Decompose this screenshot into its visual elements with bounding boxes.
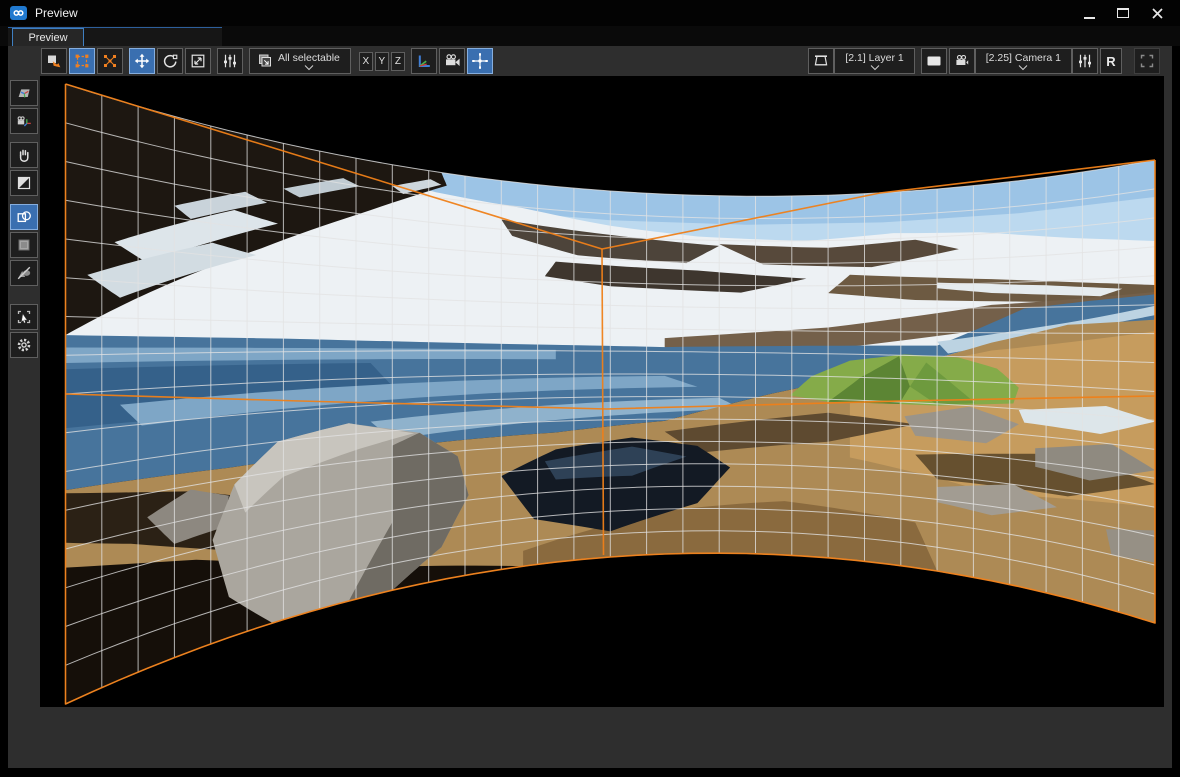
show-objects-button[interactable]	[10, 204, 38, 230]
minimize-button[interactable]	[1084, 7, 1095, 19]
projector-icon	[953, 52, 971, 70]
preview-settings-button[interactable]	[10, 332, 38, 358]
camera-sliders-button[interactable]	[1072, 48, 1098, 74]
rotate-tool-button[interactable]	[157, 48, 183, 74]
warp-mesh-canvas	[40, 76, 1164, 707]
layer-selector-label: [2.1] Layer 1	[845, 53, 903, 64]
selectable-filter-dropdown[interactable]: All selectable	[249, 48, 351, 74]
preview-window: Preview Preview	[0, 0, 1180, 777]
tab-preview[interactable]: Preview	[12, 28, 84, 47]
view-sidebar	[8, 76, 40, 768]
camera-axes-view-button[interactable]	[10, 108, 38, 134]
camera-selector-dropdown[interactable]: [2.25] Camera 1	[975, 48, 1072, 74]
layer-stack-icon	[256, 52, 274, 70]
axis-z-button[interactable]: Z	[391, 52, 405, 71]
reset-camera-button[interactable]: R	[1100, 48, 1122, 74]
select-object-button[interactable]	[41, 48, 67, 74]
title-bar: Preview	[0, 0, 1180, 26]
axis-y-button[interactable]: Y	[375, 52, 389, 71]
toolbar-right-group: [2.1] Layer 1 [2.25] Camera 1	[808, 48, 1160, 74]
camera-move-icon	[471, 52, 489, 70]
ffd-points-button[interactable]	[97, 48, 123, 74]
pan-tool-button[interactable]	[10, 142, 38, 168]
ffd-points-icon	[101, 52, 119, 70]
solid-view-button[interactable]	[10, 232, 38, 258]
fullscreen-preview-button[interactable]	[921, 48, 947, 74]
scale-icon	[189, 52, 207, 70]
coordinate-space-button[interactable]	[411, 48, 437, 74]
axes-icon	[415, 52, 433, 70]
select-arrow-icon	[45, 52, 63, 70]
move-tool-button[interactable]	[129, 48, 155, 74]
chevron-down-icon	[304, 65, 314, 70]
layer-selector-dropdown[interactable]: [2.1] Layer 1	[834, 48, 914, 74]
perspective-view-icon	[15, 84, 33, 102]
camera-selector-label: [2.25] Camera 1	[986, 53, 1061, 64]
chevron-down-icon	[1018, 65, 1028, 70]
camera-axes-icon	[15, 112, 33, 130]
tab-label: Preview	[28, 32, 67, 44]
camera-view-icon	[443, 52, 461, 70]
selection-frame-icon	[1138, 52, 1156, 70]
sliders-icon	[221, 52, 239, 70]
main-toolbar: All selectable X Y Z	[8, 46, 1172, 76]
tab-bar: Preview	[0, 26, 1180, 46]
hide-objects-button[interactable]	[10, 260, 38, 286]
content-area: All selectable X Y Z	[8, 46, 1172, 768]
camera-move-button[interactable]	[467, 48, 493, 74]
screen-button[interactable]	[808, 48, 834, 74]
selection-frame-button[interactable]	[1134, 48, 1160, 74]
scale-tool-button[interactable]	[185, 48, 211, 74]
camera-view-button[interactable]	[439, 48, 465, 74]
move-icon	[133, 52, 151, 70]
sliders-icon	[1076, 52, 1094, 70]
hand-icon	[15, 146, 33, 164]
maximize-button[interactable]	[1117, 8, 1129, 18]
perspective-view-button[interactable]	[10, 80, 38, 106]
rotate-icon	[161, 52, 179, 70]
axis-x-button[interactable]: X	[359, 52, 373, 71]
click-selection-button[interactable]	[10, 304, 38, 330]
chevron-down-icon	[870, 65, 880, 70]
window-title: Preview	[35, 6, 78, 20]
tab-strip: Preview	[8, 27, 222, 46]
ffd-select-button[interactable]	[69, 48, 95, 74]
shapes-disabled-icon	[15, 264, 33, 282]
app-logo-icon	[10, 6, 27, 20]
ffd-box-icon	[73, 52, 91, 70]
split-view-icon	[15, 174, 33, 192]
parameter-sliders-button[interactable]	[217, 48, 243, 74]
white-rect-icon	[925, 52, 943, 70]
split-view-button[interactable]	[10, 170, 38, 196]
gear-icon	[15, 336, 33, 354]
selectable-filter-label: All selectable	[278, 53, 340, 64]
shapes-icon	[15, 208, 33, 226]
screen-icon	[812, 52, 830, 70]
projector-button[interactable]	[949, 48, 975, 74]
solid-square-icon	[15, 236, 33, 254]
pick-select-icon	[15, 308, 33, 326]
close-button[interactable]	[1151, 7, 1164, 20]
preview-canvas[interactable]	[40, 76, 1164, 707]
